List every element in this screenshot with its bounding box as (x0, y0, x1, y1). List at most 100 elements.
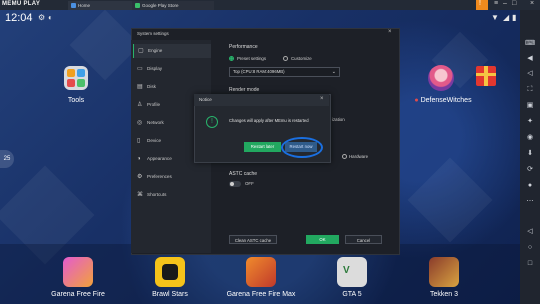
discord-icon: ◐ (48, 13, 53, 22)
menu-display[interactable]: ▭ Display (133, 62, 211, 76)
notice-close-icon[interactable]: × (320, 96, 324, 102)
menu-profile-label: Profile (147, 102, 161, 107)
tekken-3-icon[interactable] (429, 257, 459, 287)
profile-icon: ♙ (137, 102, 143, 108)
recents-icon[interactable]: □ (524, 260, 536, 268)
play-store-tab-icon (135, 3, 140, 8)
preset-radio[interactable] (229, 56, 234, 61)
tools-icon (64, 66, 88, 90)
menu-display-label: Display (147, 66, 163, 71)
keyboard-icon[interactable]: ⌨ (524, 40, 536, 48)
restart-later-button[interactable]: Restart later (244, 142, 281, 152)
tab-play-store[interactable]: Google Play Store (132, 1, 214, 10)
memu-logo: MEMU PLAY (2, 1, 41, 7)
notification-bell-button[interactable]: ! (476, 0, 488, 10)
record-icon[interactable]: ● (524, 182, 536, 190)
network-icon: ◎ (137, 120, 143, 126)
performance-preset-value: Top (CPU:8 RAM:4096MB) (233, 69, 285, 74)
volume-down-icon[interactable]: ◁ (524, 70, 536, 78)
astc-cache-toggle[interactable] (229, 181, 241, 187)
signal-icon: ◢ (503, 13, 510, 22)
notice-title: Notice (199, 97, 212, 102)
brawl-stars-label: Brawl Stars (152, 291, 188, 298)
tekken-3-label: Tekken 3 (429, 291, 459, 298)
customize-label: Customize (291, 56, 312, 61)
tools-app[interactable] (62, 64, 90, 94)
gta-5-label: GTA 5 (342, 291, 362, 298)
appearance-icon: ◑ (137, 156, 141, 162)
garena-free-fire-label: Garena Free Fire (51, 291, 105, 298)
maximize-icon[interactable]: □ (512, 0, 516, 7)
astc-cache-heading: ASTC cache (229, 171, 258, 177)
apk-install-icon[interactable]: ⬇ (524, 150, 536, 158)
customize-radio[interactable] (283, 56, 288, 61)
menu-icon[interactable]: ≡ (494, 0, 498, 7)
disk-icon: ▤ (137, 84, 143, 90)
location-icon[interactable]: ◉ (524, 134, 536, 142)
ok-button[interactable]: OK (306, 235, 339, 244)
tab-play-store-label: Google Play Store (142, 3, 179, 8)
shake-icon[interactable]: ✦ (524, 118, 536, 126)
settings-title: System settings (137, 31, 169, 36)
highlight-circle (281, 137, 323, 158)
menu-preferences-label: Preferences (147, 174, 172, 179)
android-statusbar (0, 10, 520, 28)
back-icon[interactable]: ◁ (524, 228, 536, 236)
android-home-icon[interactable]: ○ (524, 244, 536, 252)
brawl-stars-icon[interactable] (155, 257, 185, 287)
settings-close-icon[interactable]: × (388, 29, 392, 35)
bell-icon: ! (479, 0, 481, 7)
menu-appearance-label: Appearance (147, 156, 172, 161)
clock: 12:04 (5, 12, 33, 24)
menu-shortcuts[interactable]: ⌘ Shortcuts (133, 188, 211, 202)
hardware-label: Hardware (349, 154, 369, 159)
garena-free-fire-max-icon[interactable] (246, 257, 276, 287)
preferences-icon: ⚙ (137, 174, 143, 180)
astc-cache-state: OFF (245, 181, 254, 186)
performance-heading: Performance (229, 44, 258, 50)
menu-engine-label: Engine (148, 48, 163, 53)
more-icon[interactable]: ⋯ (524, 198, 536, 206)
performance-preset-select[interactable]: Top (CPU:8 RAM:4096MB) ⌄ (229, 67, 340, 77)
garena-free-fire-icon[interactable] (63, 257, 93, 287)
minimize-icon[interactable]: – (503, 0, 507, 7)
fullscreen-icon[interactable]: ⛶ (524, 86, 536, 94)
defensewitches-label-wrap: ● DefenseWitches (410, 97, 476, 104)
tab-home[interactable]: Home (68, 1, 136, 10)
clean-astc-cache-button[interactable]: Clean ASTC cache (229, 235, 277, 244)
gift-icon[interactable] (476, 66, 496, 86)
chevron-down-icon: ⌄ (331, 69, 336, 75)
menu-disk[interactable]: ▤ Disk (133, 80, 211, 94)
tools-label: Tools (67, 97, 85, 104)
tab-home-label: Home (78, 3, 91, 8)
screenshot-icon[interactable]: ▣ (524, 102, 536, 110)
menu-shortcuts-label: Shortcuts (147, 192, 167, 197)
menu-preferences[interactable]: ⚙ Preferences (133, 170, 211, 184)
wifi-icon: ▼ (491, 13, 499, 22)
gta-5-icon[interactable]: V (337, 257, 367, 287)
hardware-radio[interactable] (342, 154, 347, 159)
render-mode-heading: Render mode (229, 87, 260, 93)
home-tab-icon (71, 3, 76, 8)
menu-disk-label: Disk (147, 84, 156, 89)
engine-icon: ▢ (138, 48, 144, 54)
settings-icon: ⚙ (38, 13, 46, 22)
virtualization-label-partial: ization (332, 117, 345, 122)
defensewitches-label: DefenseWitches (420, 97, 472, 104)
battery-icon: ▮ (512, 13, 517, 22)
garena-free-fire-max-label: Garena Free Fire Max (226, 291, 296, 298)
preset-label: Preset settings (237, 56, 267, 61)
sync-icon[interactable]: ⟳ (524, 166, 536, 174)
cancel-button[interactable]: Cancel (345, 235, 382, 244)
notice-titlebar (194, 94, 329, 106)
device-icon: ▯ (137, 138, 141, 144)
menu-engine[interactable]: ▢ Engine (133, 44, 211, 58)
volume-up-icon[interactable]: ◀ (524, 55, 536, 63)
shortcuts-icon: ⌘ (137, 192, 143, 198)
menu-device-label: Device (147, 138, 162, 143)
display-icon: ▭ (137, 66, 143, 72)
defensewitches-app-icon[interactable] (428, 65, 454, 91)
notice-message: Changes will apply after MEmu is restart… (229, 118, 309, 123)
close-icon[interactable]: × (530, 0, 534, 7)
info-icon: ! (206, 116, 218, 128)
